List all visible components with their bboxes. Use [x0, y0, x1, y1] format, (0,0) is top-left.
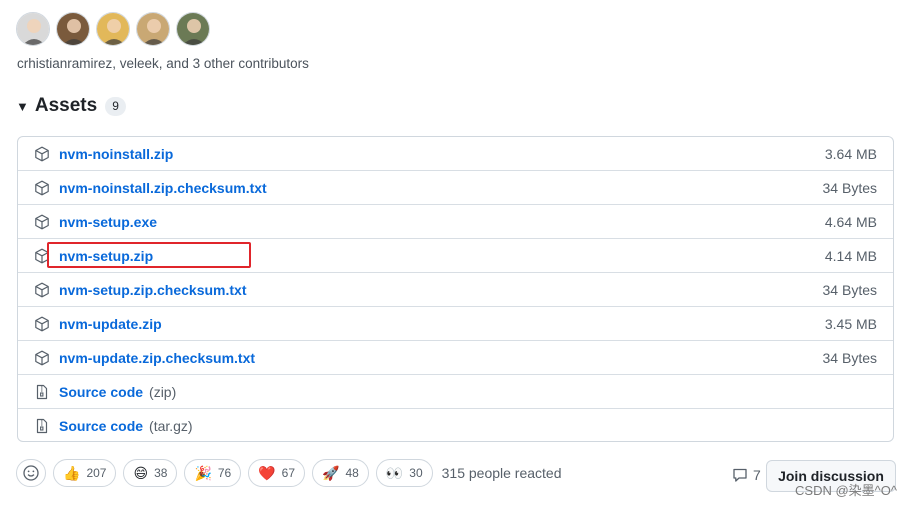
asset-size: 34 Bytes	[822, 179, 877, 196]
comments-count[interactable]: 7	[732, 467, 761, 483]
asset-row: Source code (tar.gz)	[18, 409, 893, 441]
asset-link[interactable]: nvm-noinstall.zip.checksum.txt	[59, 180, 267, 196]
contributor-avatar[interactable]	[136, 12, 170, 46]
csdn-watermark: CSDN @染墨^O^	[795, 483, 897, 498]
contributor-avatar[interactable]	[56, 12, 90, 46]
asset-row: nvm-noinstall.zip.checksum.txt 34 Bytes	[18, 171, 893, 205]
asset-row: nvm-update.zip.checksum.txt 34 Bytes	[18, 341, 893, 375]
contributor-avatars	[16, 12, 210, 46]
asset-size: 34 Bytes	[822, 281, 877, 298]
thumbs-up-icon: 👍	[63, 465, 81, 481]
asset-link[interactable]: Source code	[59, 418, 143, 434]
assets-header[interactable]: ▼ Assets 9	[16, 95, 126, 117]
asset-row: nvm-setup.zip 4.14 MB	[18, 239, 893, 273]
reaction-heart-button[interactable]: ❤️ 67	[248, 459, 306, 487]
reaction-count: 48	[345, 466, 359, 480]
package-icon	[34, 248, 50, 264]
add-reaction-button[interactable]	[16, 459, 46, 487]
comment-count-label: 7	[753, 467, 761, 483]
reaction-thumbs-up-button[interactable]: 👍 207	[53, 459, 117, 487]
reaction-count: 76	[217, 466, 232, 480]
caret-down-icon[interactable]: ▼	[16, 99, 29, 114]
assets-title: Assets	[34, 95, 98, 116]
reaction-count: 30	[409, 466, 423, 480]
laugh-icon: 😄	[133, 465, 149, 481]
asset-size: 4.64 MB	[824, 213, 877, 230]
assets-count-badge: 9	[105, 96, 126, 116]
asset-link[interactable]: nvm-noinstall.zip	[59, 146, 173, 162]
asset-link[interactable]: nvm-update.zip.checksum.txt	[59, 350, 255, 366]
package-icon	[34, 214, 50, 230]
asset-link[interactable]: nvm-setup.exe	[59, 214, 157, 230]
asset-size: 3.64 MB	[824, 145, 877, 162]
asset-size: 34 Bytes	[822, 349, 877, 366]
package-icon	[34, 282, 50, 298]
asset-size: 3.45 MB	[824, 315, 877, 332]
asset-link[interactable]: nvm-update.zip	[59, 316, 162, 332]
asset-row: nvm-noinstall.zip 3.64 MB	[18, 137, 893, 171]
smiley-icon	[23, 465, 39, 481]
contributor-avatar[interactable]	[96, 12, 130, 46]
file-zip-icon	[34, 418, 50, 434]
hooray-icon: 🎉	[194, 465, 212, 481]
file-zip-icon	[34, 384, 50, 400]
asset-link[interactable]: nvm-setup.zip.checksum.txt	[59, 282, 247, 298]
reaction-count: 207	[86, 466, 107, 480]
asset-format[interactable]: (tar.gz)	[149, 418, 193, 434]
contributor-avatar[interactable]	[176, 12, 210, 46]
package-icon	[34, 316, 50, 332]
reaction-count: 38	[154, 466, 168, 480]
asset-row: nvm-setup.zip.checksum.txt 34 Bytes	[18, 273, 893, 307]
package-icon	[34, 350, 50, 366]
reaction-laugh-button[interactable]: 😄 38	[123, 459, 178, 487]
asset-row: nvm-setup.exe 4.64 MB	[18, 205, 893, 239]
contributors-text: crhistianramirez, veleek, and 3 other co…	[17, 56, 309, 71]
contributor-avatar[interactable]	[16, 12, 50, 46]
reaction-rocket-button[interactable]: 🚀 48	[312, 459, 369, 487]
asset-row: Source code (zip)	[18, 375, 893, 409]
rocket-icon: 🚀	[322, 465, 340, 481]
reactions-bar: 👍 207 😄 38 🎉 76 ❤️ 67 🚀 48 👀 30 315 people reacted	[16, 459, 562, 487]
assets-list: nvm-noinstall.zip 3.64 MB nvm-noinstall.zi…	[17, 136, 894, 442]
reactions-summary: 315 people reacted	[441, 465, 562, 481]
package-icon	[34, 146, 50, 162]
reaction-eyes-button[interactable]: 👀 30	[375, 459, 433, 487]
asset-row: nvm-update.zip 3.45 MB	[18, 307, 893, 341]
comment-icon	[733, 468, 747, 482]
asset-format[interactable]: (zip)	[149, 384, 176, 400]
eyes-icon: 👀	[385, 465, 404, 481]
reaction-hooray-button[interactable]: 🎉 76	[184, 459, 242, 487]
reaction-count: 67	[281, 466, 296, 480]
asset-link[interactable]: Source code	[59, 384, 143, 400]
heart-icon: ❤️	[258, 465, 276, 481]
package-icon	[34, 180, 50, 196]
asset-link[interactable]: nvm-setup.zip	[59, 248, 153, 264]
asset-size: 4.14 MB	[824, 247, 877, 264]
